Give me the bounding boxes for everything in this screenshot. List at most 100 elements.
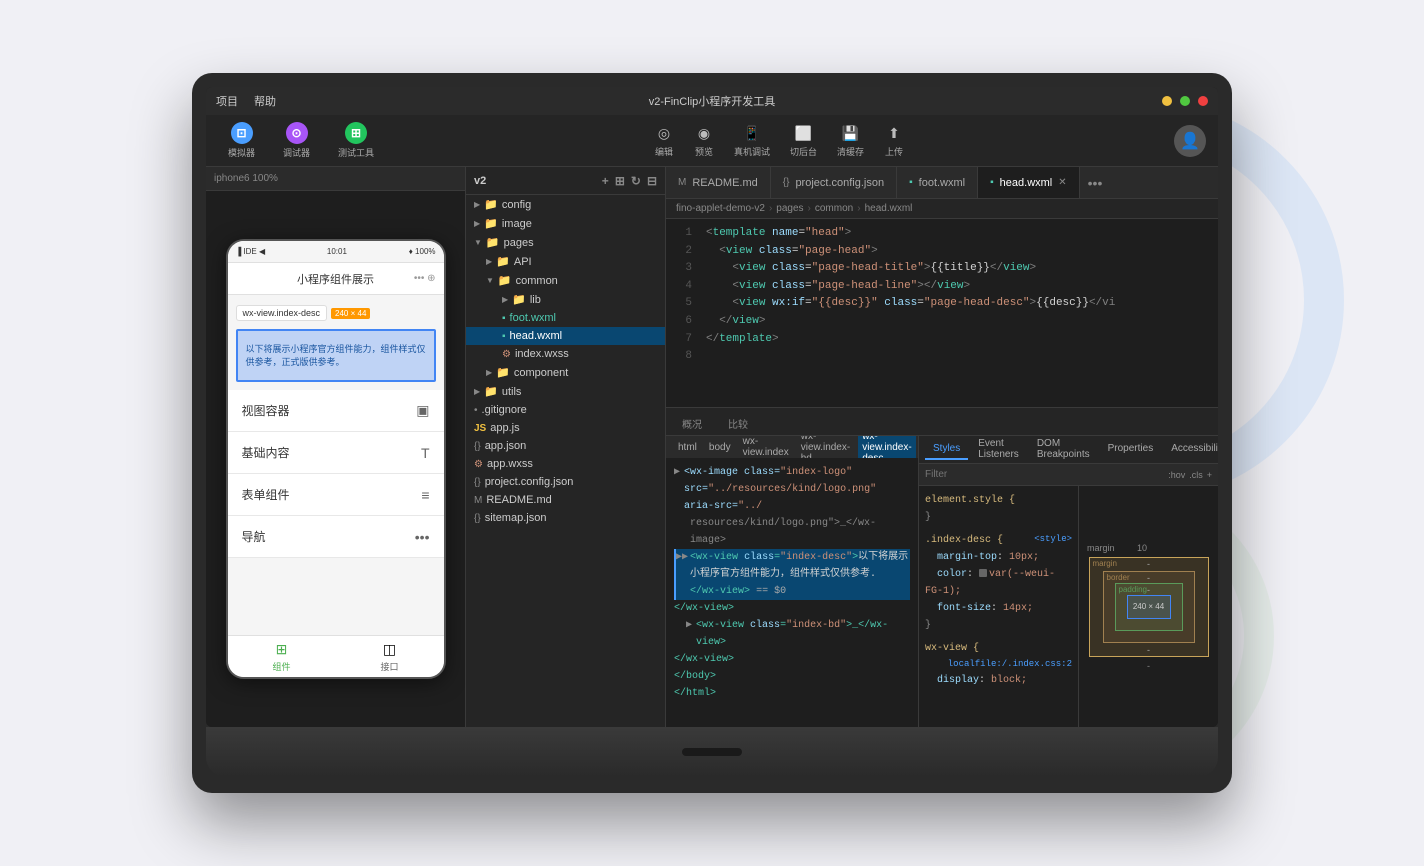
tab-head-wxml[interactable]: ▪ head.wxml ✕ [978,167,1080,198]
styles-filter-input[interactable] [925,469,1164,480]
el-breadcrumb-html[interactable]: html [674,442,701,453]
add-btn[interactable]: + [1207,470,1212,480]
background-tool[interactable]: ⬜ 切后台 [790,123,817,158]
list-item-0[interactable]: 视图容器 ▣ [228,390,444,432]
tree-item-app-json[interactable]: {} app.json [466,437,665,455]
styles-tab-accessibility[interactable]: Accessibility [1163,439,1218,460]
upload-tool[interactable]: ⬆ 上传 [884,123,904,158]
tree-item-foot-wxml[interactable]: ▪ foot.wxml [466,309,665,327]
tab-readme[interactable]: M README.md [666,167,771,198]
html-content-2: </wx-view> [674,600,734,617]
toolbar-tools: ◎ 编辑 ◉ 预览 📱 真机调试 ⬜ 切后台 💾 清缓存 [654,123,904,158]
tree-item-label: common [516,275,558,287]
tab-project-config[interactable]: {} project.config.json [771,167,897,198]
styles-tab-dom[interactable]: DOM Breakpoints [1029,436,1098,466]
list-item-3[interactable]: 导航 ••• [228,516,444,558]
tab-icon-interface: ◫ [383,641,396,658]
clear-cache-tool[interactable]: 💾 清缓存 [837,123,864,158]
preview-tool[interactable]: ◉ 预览 [694,123,714,158]
styles-tab-styles[interactable]: Styles [925,439,968,460]
folder-icon: 📁 [484,385,498,398]
css-rule-display: display: block; [925,675,1027,686]
device-debug-tool[interactable]: 📱 真机调试 [734,123,770,158]
tree-item-project-config[interactable]: {} project.config.json [466,473,665,491]
styles-panel: Styles Event Listeners DOM Breakpoints P… [918,436,1218,727]
maximize-button[interactable] [1180,96,1190,106]
tree-item-api[interactable]: ▶ 📁 API [466,252,665,271]
device-debug-label: 真机调试 [734,145,770,158]
tree-item-pages[interactable]: ▼ 📁 pages [466,233,665,252]
element-badge-container: wx-view.index-desc240 × 44 [236,303,436,325]
tree-item-head-wxml[interactable]: ▪ head.wxml [466,327,665,345]
tree-item-app-wxss[interactable]: ⚙ app.wxss [466,455,665,473]
tree-item-component[interactable]: ▶ 📁 component [466,363,665,382]
code-line-6: </view> [706,313,1210,331]
tab-foot-wxml[interactable]: ▪ foot.wxml [897,167,978,198]
code-editor[interactable]: 12345678 <template name="head"> <view cl… [666,219,1218,407]
chevron-icon: ▶ [502,295,508,304]
minimize-button[interactable] [1162,96,1172,106]
new-file-btn[interactable]: + [602,174,609,188]
list-item-1[interactable]: 基础内容 T [228,432,444,474]
el-breadcrumb-wx-view-index[interactable]: wx-view.index [739,436,793,458]
el-breadcrumb-wx-view-index-hd[interactable]: wx-view.index-hd [797,436,854,458]
tree-item-utils[interactable]: ▶ 📁 utils [466,382,665,401]
breadcrumb-item-1: pages [776,203,803,214]
user-avatar[interactable]: 👤 [1174,125,1206,157]
tree-item-label: project.config.json [485,476,574,488]
chevron-icon: ▶ [474,200,480,209]
status-bar-left: ▐ IDE ◀ [236,247,266,256]
tree-item-config[interactable]: ▶ 📁 config [466,195,665,214]
test-button[interactable]: ⊞ 测试工具 [328,118,384,163]
styles-tab-event[interactable]: Event Listeners [970,436,1027,466]
preview-icon: ◉ [694,123,714,143]
editor-tabs: M README.md {} project.config.json ▪ foo… [666,167,1218,199]
menu-item-project[interactable]: 项目 [216,93,238,109]
chevron-icon: ▶ [474,387,480,396]
menu-item-help[interactable]: 帮助 [254,93,276,109]
clear-cache-label: 清缓存 [837,145,864,158]
tab-label: README.md [692,177,757,189]
el-breadcrumb-wx-view-index-desc[interactable]: wx-view.index-desc [858,436,915,458]
edit-icon: ◎ [654,123,674,143]
hover-btn[interactable]: :hov [1168,470,1185,480]
tree-item-common[interactable]: ▼ 📁 common [466,271,665,290]
tab-item-component[interactable]: ⊞ 组件 [228,641,336,673]
list-item-2[interactable]: 表单组件 ≡ [228,474,444,516]
simulator-button[interactable]: ⊡ 模拟器 [218,118,265,163]
title-bar-left: 项目 帮助 [216,93,276,109]
cls-btn[interactable]: .cls [1189,470,1203,480]
css-rule-1: color: var(--weui-FG-1); [925,569,1055,597]
html-content-4: </wx-view> [674,651,734,668]
tree-item-gitignore[interactable]: • .gitignore [466,401,665,419]
tab-close-icon[interactable]: ✕ [1058,177,1066,188]
tree-item-label: index.wxss [515,348,569,360]
devtools-section-1: 比较 [720,412,756,435]
file-icon: • [474,405,478,416]
edit-tool[interactable]: ◎ 编辑 [654,123,674,158]
tree-item-lib[interactable]: ▶ 📁 lib [466,290,665,309]
phone-nav-dots[interactable]: ••• ⊕ [414,273,436,284]
tree-item-sitemap[interactable]: {} sitemap.json [466,509,665,527]
code-line-7: </template> [706,331,1210,349]
debug-button[interactable]: ⊙ 调试器 [273,118,320,163]
laptop-base [206,727,1218,777]
tab-item-interface[interactable]: ◫ 接口 [336,641,444,673]
css-selector: element.style { [925,495,1015,506]
tree-item-label: component [514,367,568,379]
tree-item-image[interactable]: ▶ 📁 image [466,214,665,233]
tree-item-readme[interactable]: M README.md [466,491,665,509]
close-button[interactable] [1198,96,1208,106]
styles-tab-properties[interactable]: Properties [1100,439,1162,460]
collapse-btn[interactable]: ⊟ [647,174,657,188]
el-breadcrumb-body[interactable]: body [705,442,735,453]
test-icon: ⊞ [345,122,367,144]
more-tabs-button[interactable]: ••• [1080,175,1111,191]
tree-item-app-js[interactable]: JS app.js [466,419,665,437]
folder-icon: 📁 [496,366,510,379]
rule-element-style: element.style { } [925,492,1072,526]
tree-item-index-wxss[interactable]: ⚙ index.wxss [466,345,665,363]
html-content-1: <wx-view class="index-desc">以下将展示小程序官方组件… [690,549,910,600]
refresh-btn[interactable]: ↻ [631,174,641,188]
new-folder-btn[interactable]: ⊞ [615,174,625,188]
